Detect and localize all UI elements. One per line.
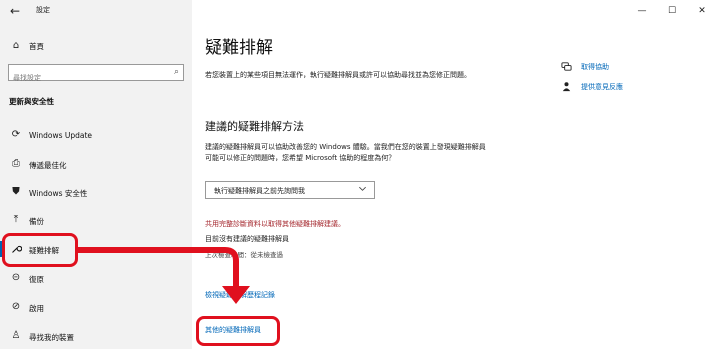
minimize-icon[interactable]: — — [630, 3, 654, 19]
page-description: 若您裝置上的某些項目無法運作，執行疑難排解員或許可以協助尋找並為您修正問題。 — [205, 71, 471, 79]
sidebar-item-backup[interactable]: ⤒ 備份 — [0, 209, 192, 231]
home-icon: ⌂ — [12, 40, 20, 51]
recovery-icon: ⊝ — [11, 272, 21, 283]
sidebar-item-label: Windows Update — [29, 131, 93, 140]
sidebar-item-find-my-device[interactable]: ♙ 尋找我的裝置 — [0, 325, 192, 347]
search-field[interactable]: ⌕ — [8, 64, 184, 86]
sidebar-item-windows-update[interactable]: ⟳ Windows Update — [0, 124, 192, 146]
activation-icon: ⊘ — [11, 301, 21, 312]
backup-icon: ⤒ — [13, 214, 19, 225]
sidebar-item-activation[interactable]: ⊘ 啟用 — [0, 296, 192, 318]
get-help-label: 取得協助 — [581, 63, 609, 71]
sidebar-item-troubleshoot[interactable]: 疑難排解 — [0, 238, 192, 260]
troubleshoot-preference-dropdown[interactable]: 執行疑難排解員之前先詢問我 — [205, 181, 375, 199]
dropdown-value: 執行疑難排解員之前先詢問我 — [214, 187, 305, 195]
close-icon[interactable]: ✕ — [690, 3, 714, 19]
sidebar-item-label: 啟用 — [29, 304, 44, 313]
sidebar-item-delivery-optimization[interactable]: ⎙ 傳遞最佳化 — [0, 153, 192, 175]
back-arrow-icon[interactable]: ← — [6, 3, 24, 19]
help-chat-icon — [561, 61, 572, 76]
get-help-link[interactable]: 取得協助 — [561, 61, 681, 75]
maximize-icon[interactable]: ☐ — [660, 3, 684, 19]
recommended-heading: 建議的疑難排解方法 — [205, 120, 304, 133]
recommended-description: 建議的疑難排解員可以協助改善您的 Windows 體驗。當我們在您的裝置上發現疑… — [205, 143, 486, 162]
sidebar-item-label: 疑難排解 — [29, 246, 59, 255]
sidebar-item-label: 傳遞最佳化 — [29, 161, 67, 170]
wrench-icon — [10, 243, 22, 255]
sidebar-item-windows-security[interactable]: ⛊ Windows 安全性 — [0, 181, 192, 203]
feedback-icon — [561, 81, 572, 96]
no-recommendation-text: 目前沒有建議的疑難排解員 — [205, 235, 289, 243]
sidebar-item-label: Windows 安全性 — [29, 189, 88, 198]
search-input[interactable] — [9, 70, 159, 86]
titlebar: ← 設定 — [0, 0, 192, 22]
give-feedback-link[interactable]: 提供意見反應 — [561, 81, 681, 95]
window-controls: — ☐ ✕ — [630, 0, 720, 22]
find-device-icon: ♙ — [11, 330, 21, 341]
sidebar-item-label: 備份 — [29, 217, 44, 226]
give-feedback-label: 提供意見反應 — [581, 83, 623, 91]
delivery-icon: ⎙ — [12, 158, 20, 169]
sidebar-item-recovery[interactable]: ⊝ 復原 — [0, 267, 192, 289]
sidebar-item-label: 首頁 — [29, 42, 44, 51]
view-history-link[interactable]: 檢視疑難排解歷程記錄 — [205, 290, 275, 300]
sidebar: ← 設定 ⌂ 首頁 ⌕ 更新與安全性 ⟳ Windows Update ⎙ 傳遞… — [0, 0, 192, 349]
sync-icon: ⟳ — [11, 129, 21, 140]
sidebar-item-label: 復原 — [29, 275, 44, 284]
sidebar-item-label: 尋找我的裝置 — [29, 333, 74, 342]
share-diagnostics-notice[interactable]: 共用完整診斷資料以取得其他疑難排解建議。 — [205, 219, 345, 229]
last-check-text: 上次檢查時間：從未檢查過 — [205, 251, 283, 259]
sidebar-item-home[interactable]: ⌂ 首頁 — [0, 38, 192, 54]
chevron-down-icon — [358, 184, 367, 195]
settings-window: ← 設定 ⌂ 首頁 ⌕ 更新與安全性 ⟳ Windows Update ⎙ 傳遞… — [0, 0, 720, 349]
shield-icon: ⛊ — [12, 186, 20, 197]
main-content: — ☐ ✕ 疑難排解 若您裝置上的某些項目無法運作，執行疑難排解員或許可以協助尋… — [192, 0, 720, 349]
search-icon[interactable]: ⌕ — [174, 67, 179, 78]
page-title: 疑難排解 — [205, 38, 273, 58]
section-heading: 更新與安全性 — [9, 97, 54, 106]
other-troubleshooters-link[interactable]: 其他的疑難排解員 — [205, 325, 261, 335]
app-title: 設定 — [36, 6, 50, 14]
